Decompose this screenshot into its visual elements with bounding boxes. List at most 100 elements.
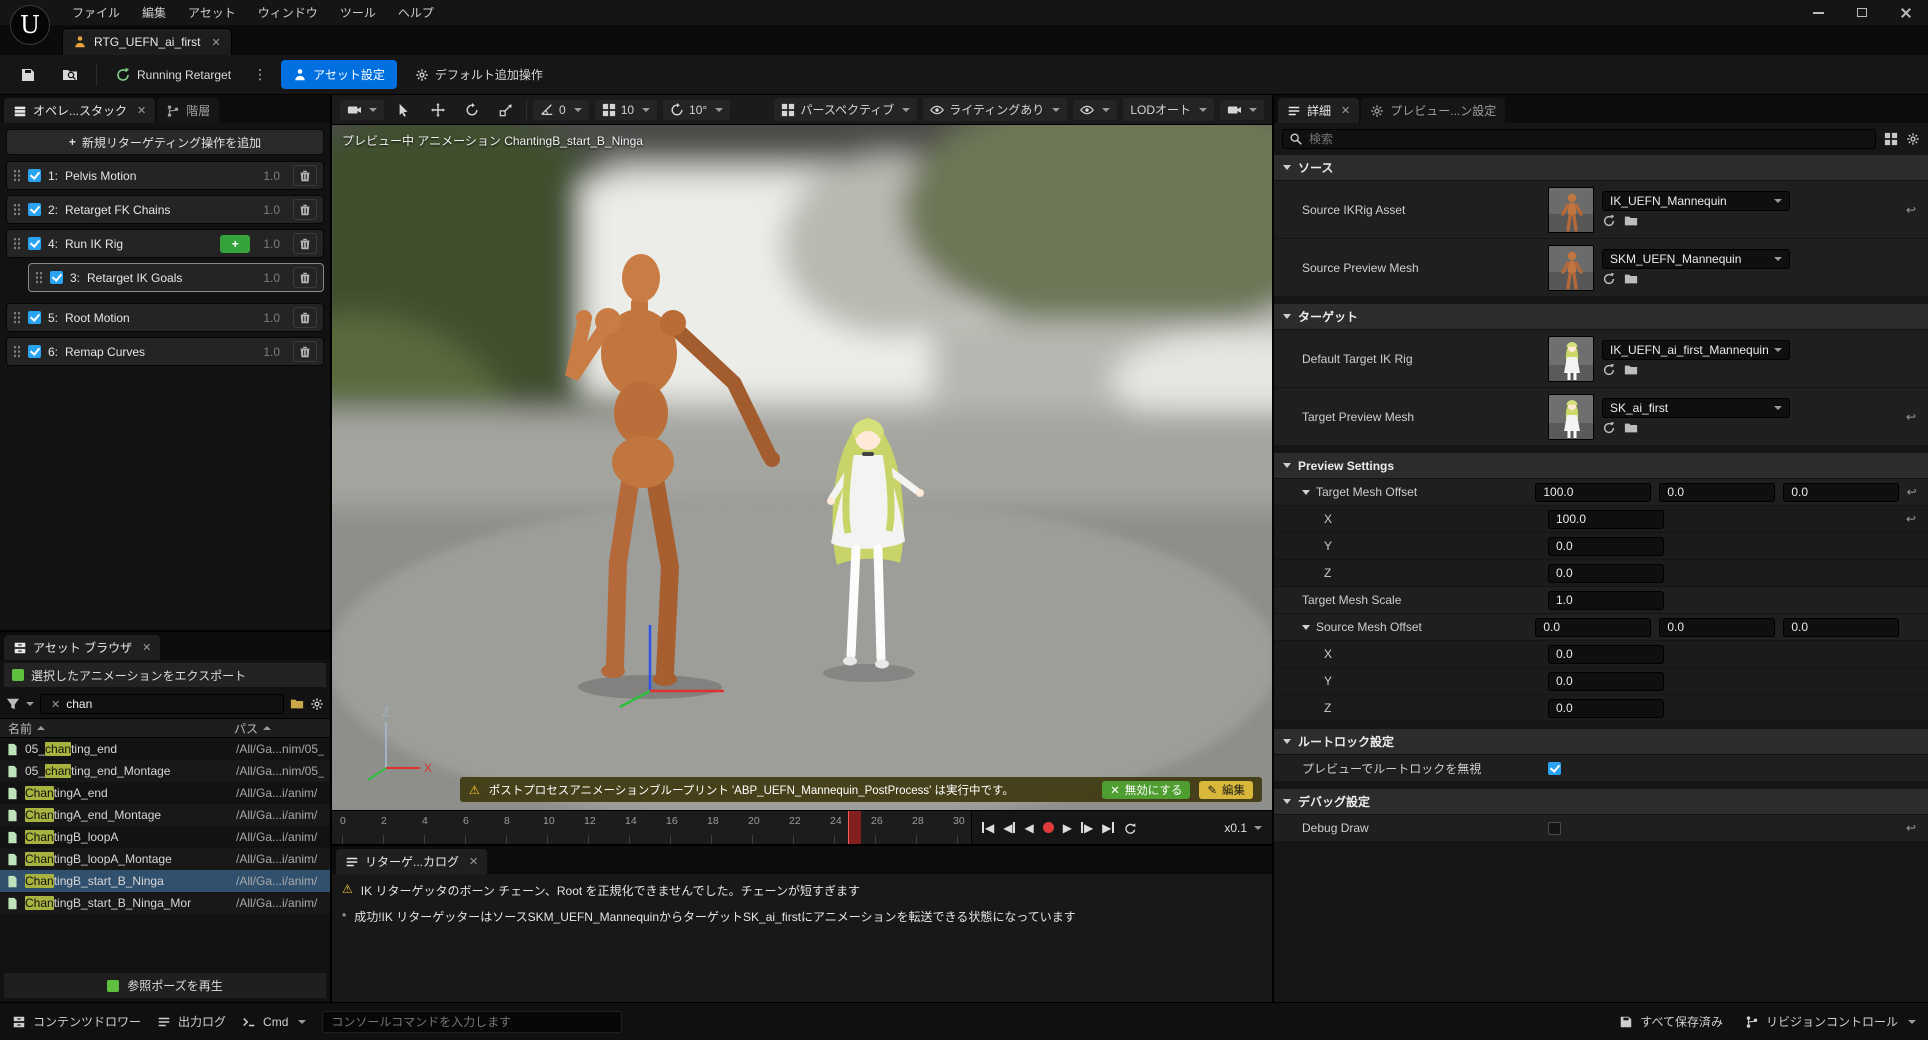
add-retarget-op-button[interactable]: + 新規リターゲティング操作を追加 xyxy=(6,129,324,155)
settings-gear-icon[interactable] xyxy=(1906,132,1920,146)
rotate-tool-button[interactable] xyxy=(458,100,486,120)
section-source[interactable]: ソース xyxy=(1274,155,1928,181)
ignore-root-lock-checkbox[interactable] xyxy=(1548,762,1561,775)
menu-edit[interactable]: 編集 xyxy=(132,1,176,24)
select-tool-button[interactable] xyxy=(390,100,418,120)
op-row-remap-curves[interactable]: 6: Remap Curves 1.0 xyxy=(6,337,324,366)
reset-to-default-button[interactable]: ↩ xyxy=(1898,203,1924,217)
menu-tools[interactable]: ツール xyxy=(330,1,386,24)
asset-settings-button[interactable]: アセット設定 xyxy=(281,60,397,89)
output-log-button[interactable]: 出力ログ xyxy=(157,1013,226,1030)
op-row-retarget-ik-goals[interactable]: 3: Retarget IK Goals 1.0 xyxy=(28,263,324,292)
asset-row[interactable]: 05_chanting_end /All/Ga...nim/05_ xyxy=(0,738,330,760)
go-to-start-button[interactable]: ◀ xyxy=(982,821,994,835)
show-flags-dropdown[interactable] xyxy=(1073,100,1117,120)
drag-handle-icon[interactable] xyxy=(13,203,21,216)
asset-row-selected[interactable]: ChantingB_start_B_Ninga /All/Ga...i/anim… xyxy=(0,870,330,892)
op-weight-field[interactable]: 1.0 xyxy=(257,269,286,287)
playhead[interactable] xyxy=(848,811,861,844)
menu-file[interactable]: ファイル xyxy=(62,1,130,24)
target-offset-y-field[interactable]: 0.0 xyxy=(1659,483,1775,502)
op-enabled-checkbox[interactable] xyxy=(28,345,41,358)
op-weight-field[interactable]: 1.0 xyxy=(257,201,286,219)
reset-to-default-button[interactable]: ↩ xyxy=(1898,512,1924,526)
rotation-snap-button[interactable]: 10° xyxy=(663,100,730,120)
open-asset-icon[interactable] xyxy=(1624,363,1638,377)
x-value-field[interactable]: 0.0 xyxy=(1548,645,1664,664)
reset-to-default-button[interactable]: ↩ xyxy=(1898,410,1924,424)
asset-row[interactable]: ChantingB_loopA_Montage /All/Ga...i/anim… xyxy=(0,848,330,870)
drag-handle-icon[interactable] xyxy=(35,271,43,284)
asset-row[interactable]: ChantingB_start_B_Ninga_Mor /All/Ga...i/… xyxy=(0,892,330,914)
op-weight-field[interactable]: 1.0 xyxy=(257,235,286,253)
drag-handle-icon[interactable] xyxy=(13,237,21,250)
target-scale-field[interactable]: 1.0 xyxy=(1548,591,1664,610)
play-button[interactable]: ▶ xyxy=(1063,821,1072,835)
op-enabled-checkbox[interactable] xyxy=(28,311,41,324)
op-weight-field[interactable]: 1.0 xyxy=(257,167,286,185)
browse-to-asset-icon[interactable] xyxy=(1602,363,1616,377)
grid-view-icon[interactable] xyxy=(1884,132,1898,146)
snap-angle-button[interactable]: 0 xyxy=(533,100,589,120)
record-button[interactable] xyxy=(1043,822,1054,833)
console-command-input[interactable] xyxy=(331,1015,613,1029)
unreal-logo[interactable]: U xyxy=(10,5,50,45)
source-offset-z-field[interactable]: 0.0 xyxy=(1783,618,1899,637)
expander-icon[interactable] xyxy=(1302,490,1310,495)
section-debug[interactable]: デバッグ設定 xyxy=(1274,789,1928,815)
perspective-dropdown[interactable]: パースペクティブ xyxy=(774,98,917,121)
asset-row[interactable]: ChantingA_end_Montage /All/Ga...i/anim/ xyxy=(0,804,330,826)
source-offset-y-field[interactable]: 0.0 xyxy=(1659,618,1775,637)
settings-gear-icon[interactable] xyxy=(310,697,324,711)
reset-to-default-button[interactable]: ↩ xyxy=(1898,821,1924,835)
move-tool-button[interactable] xyxy=(424,100,452,120)
scale-tool-button[interactable] xyxy=(492,100,520,120)
tab-op-stack[interactable]: オペレ...スタック ✕ xyxy=(4,98,155,123)
source-mesh-thumbnail[interactable] xyxy=(1548,245,1594,291)
save-status-button[interactable]: すべて保存済み xyxy=(1619,1013,1723,1030)
op-row-retarget-fk-chains[interactable]: 2: Retarget FK Chains 1.0 xyxy=(6,195,324,224)
asset-row[interactable]: ChantingA_end /All/Ga...i/anim/ xyxy=(0,782,330,804)
drag-handle-icon[interactable] xyxy=(13,169,21,182)
tab-hierarchy[interactable]: 階層 xyxy=(157,98,219,123)
browse-to-asset-icon[interactable] xyxy=(1602,214,1616,228)
folder-icon[interactable] xyxy=(290,697,304,711)
delete-op-button[interactable] xyxy=(293,341,317,362)
step-forward-button[interactable]: ▶ xyxy=(1081,821,1093,835)
open-asset-icon[interactable] xyxy=(1624,214,1638,228)
play-reverse-button[interactable]: ◀ xyxy=(1024,821,1033,835)
delete-op-button[interactable] xyxy=(293,233,317,254)
close-button[interactable] xyxy=(1884,0,1928,25)
reset-to-default-button[interactable]: ↩ xyxy=(1899,485,1924,499)
export-animations-button[interactable]: 選択したアニメーションをエクスポート xyxy=(4,663,326,687)
asset-row[interactable]: 05_chanting_end_Montage /All/Ga...nim/05… xyxy=(0,760,330,782)
op-enabled-checkbox[interactable] xyxy=(28,203,41,216)
content-drawer-button[interactable]: コンテンツドロワー xyxy=(12,1013,141,1030)
target-offset-x-field[interactable]: 100.0 xyxy=(1535,483,1651,502)
section-preview-settings[interactable]: Preview Settings xyxy=(1274,453,1928,479)
op-row-run-ik-rig[interactable]: 4: Run IK Rig + 1.0 xyxy=(6,229,324,258)
x-value-field[interactable]: 100.0 xyxy=(1548,510,1664,529)
lighting-dropdown[interactable]: ライティングあり xyxy=(923,98,1067,121)
target-offset-z-field[interactable]: 0.0 xyxy=(1783,483,1899,502)
source-mesh-dropdown[interactable]: SKM_UEFN_Mannequin xyxy=(1602,249,1790,269)
source-ikrig-dropdown[interactable]: IK_UEFN_Mannequin xyxy=(1602,191,1790,211)
minimize-button[interactable] xyxy=(1796,0,1840,25)
viewport-options-button[interactable] xyxy=(340,100,384,120)
tab-asset-browser-close-icon[interactable]: ✕ xyxy=(142,641,151,654)
op-weight-field[interactable]: 1.0 xyxy=(257,343,286,361)
play-reference-pose-button[interactable]: 参照ポーズを再生 xyxy=(4,973,326,998)
y-value-field[interactable]: 0.0 xyxy=(1548,537,1664,556)
viewport-3d-scene[interactable]: プレビュー中 アニメーション ChantingB_start_B_Ninga Z… xyxy=(332,125,1272,810)
menu-help[interactable]: ヘルプ xyxy=(388,1,444,24)
retarget-options-menu[interactable]: ⋮ xyxy=(249,66,271,83)
add-child-op-button[interactable]: + xyxy=(220,235,250,253)
cmd-dropdown[interactable]: Cmd xyxy=(242,1015,306,1029)
tab-preview-scene-settings[interactable]: プレビュー...ン設定 xyxy=(1361,98,1505,123)
edit-postprocess-button[interactable]: ✎ 編集 xyxy=(1199,781,1253,799)
op-enabled-checkbox[interactable] xyxy=(28,169,41,182)
playback-speed-dropdown[interactable]: x0.1 xyxy=(1224,821,1262,835)
disable-postprocess-button[interactable]: ✕ 無効にする xyxy=(1102,781,1190,799)
z-value-field[interactable]: 0.0 xyxy=(1548,699,1664,718)
asset-row[interactable]: ChantingB_loopA /All/Ga...i/anim/ xyxy=(0,826,330,848)
